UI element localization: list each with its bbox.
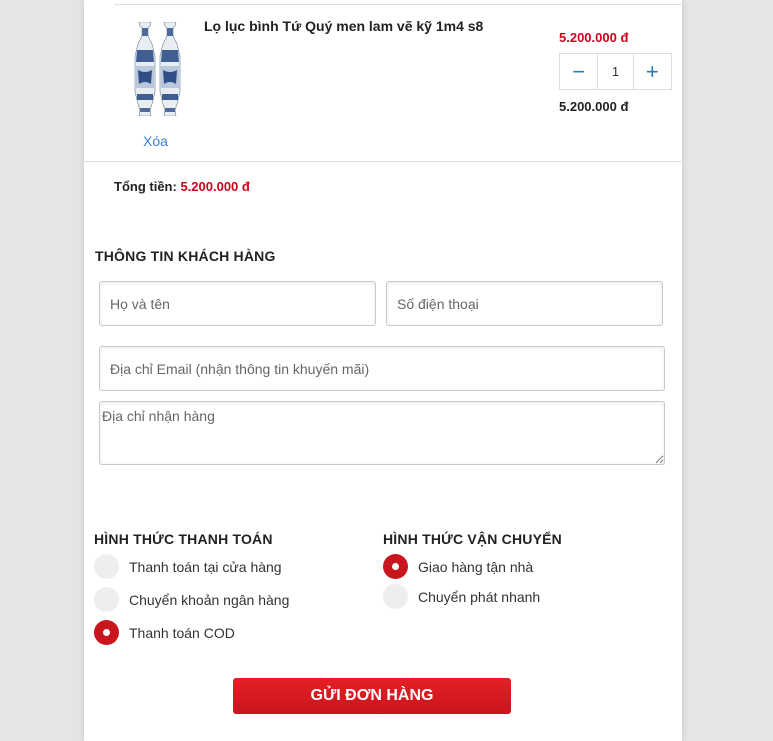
vase-right-image xyxy=(158,22,182,116)
order-total: Tổng tiền: 5.200.000 đ xyxy=(114,179,250,194)
shipping-option-express[interactable]: Chuyển phát nhanh xyxy=(383,584,540,609)
payment-option-cod[interactable]: Thanh toán COD xyxy=(94,620,235,645)
radio-unchecked-icon[interactable] xyxy=(94,587,119,612)
shipping-option-label: Giao hàng tận nhà xyxy=(418,558,534,575)
radio-checked-icon[interactable] xyxy=(94,620,119,645)
address-textarea[interactable] xyxy=(99,401,665,465)
plus-icon[interactable]: + xyxy=(634,54,671,89)
radio-unchecked-icon[interactable] xyxy=(383,584,408,609)
remove-item-link[interactable]: Xóa xyxy=(143,133,168,149)
cart-divider xyxy=(84,161,682,162)
payment-option-label: Thanh toán tại cửa hàng xyxy=(129,558,282,575)
radio-checked-icon[interactable] xyxy=(383,554,408,579)
shipping-option-label: Chuyển phát nhanh xyxy=(418,588,541,605)
payment-option-label: Chuyển khoản ngân hàng xyxy=(129,591,290,608)
quantity-stepper: − 1 + xyxy=(559,53,672,90)
line-total: 5.200.000 đ xyxy=(559,99,629,114)
radio-unchecked-icon[interactable] xyxy=(94,554,119,579)
minus-icon[interactable]: − xyxy=(560,54,597,89)
total-value: 5.200.000 đ xyxy=(180,179,250,194)
shipping-method-title: HÌNH THỨC VẬN CHUYỂN xyxy=(383,531,562,547)
vase-left-image xyxy=(133,22,157,116)
customer-info-title: THÔNG TIN KHÁCH HÀNG xyxy=(95,248,276,264)
payment-option-bank-transfer[interactable]: Chuyển khoản ngân hàng xyxy=(94,587,289,612)
email-input[interactable] xyxy=(99,346,665,391)
payment-option-label: Thanh toán COD xyxy=(129,624,235,641)
total-label: Tổng tiền: xyxy=(114,179,177,194)
payment-option-store[interactable]: Thanh toán tại cửa hàng xyxy=(94,554,282,579)
payment-method-title: HÌNH THỨC THANH TOÁN xyxy=(94,531,273,547)
unit-price: 5.200.000 đ xyxy=(559,30,629,45)
submit-order-button[interactable]: GỬI ĐƠN HÀNG xyxy=(233,678,511,714)
top-divider xyxy=(114,4,682,5)
full-name-input[interactable] xyxy=(99,281,376,326)
quantity-value[interactable]: 1 xyxy=(597,54,634,89)
phone-input[interactable] xyxy=(386,281,663,326)
product-name[interactable]: Lọ lục bình Tứ Quý men lam vẽ kỹ 1m4 s8 xyxy=(204,18,483,34)
shipping-option-home-delivery[interactable]: Giao hàng tận nhà xyxy=(383,554,533,579)
